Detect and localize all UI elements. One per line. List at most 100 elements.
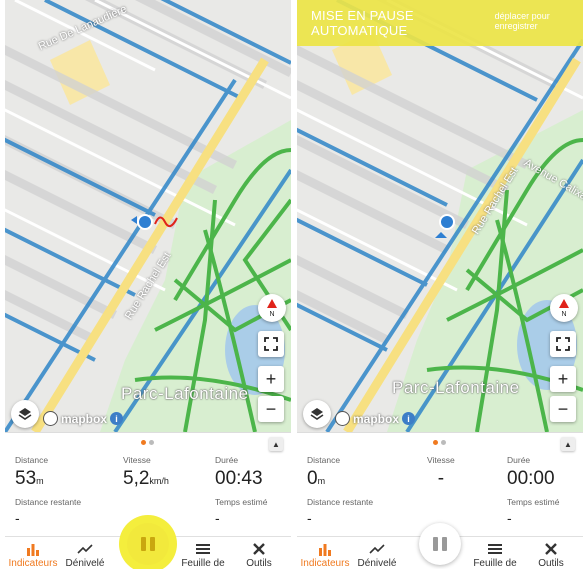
nav-label: Indicateurs: [300, 558, 350, 569]
layers-button[interactable]: [11, 400, 39, 428]
mapbox-text: mapbox: [353, 411, 400, 426]
nav-label: Dénivelé: [65, 558, 105, 569]
stat-label: Distance restante: [15, 497, 82, 507]
mapbox-attribution[interactable]: mapbox i: [43, 411, 124, 426]
elevation-icon: [369, 541, 385, 557]
stat-duration: Durée 00:43: [215, 455, 263, 490]
nav-item-outils[interactable]: Outils: [231, 537, 287, 569]
stat-duration: Durée 00:00: [507, 455, 555, 490]
collapse-panel-button[interactable]: ▲: [269, 437, 283, 451]
list-icon: [196, 541, 210, 557]
park-label: Parc-Lafontaine: [392, 378, 520, 397]
stat-estimated: Temps estimé -: [507, 497, 559, 526]
stat-unit: km/h: [149, 476, 169, 486]
page-dot-active: [433, 440, 438, 445]
fullscreen-icon: [264, 337, 278, 351]
compass-needle-icon: N: [559, 299, 569, 317]
stat-label: Temps estimé: [507, 497, 560, 507]
zoom-in-button[interactable]: +: [258, 366, 284, 392]
stats-panel: ▲ Distance 0m Vitesse - Durée 00:00 Dist…: [297, 432, 583, 537]
nav-item-indicateurs[interactable]: Indicateurs: [297, 537, 353, 569]
mapbox-text: mapbox: [61, 411, 108, 426]
fullscreen-button[interactable]: [550, 331, 576, 357]
phone-screen-right: Rue Rachel Est Avenue Calixa-Lavallée Pa…: [297, 0, 583, 569]
mapbox-attribution[interactable]: mapbox i: [335, 411, 416, 426]
stat-value: 00:00: [507, 468, 555, 489]
svg-text:N: N: [269, 311, 274, 317]
stat-value: -: [507, 510, 512, 526]
stat-value: 0: [307, 468, 318, 489]
pause-button[interactable]: [127, 523, 169, 565]
compass-button[interactable]: N: [258, 294, 286, 322]
stat-speed: Vitesse -: [427, 455, 455, 490]
stat-value: 5,2: [123, 468, 150, 489]
nav-item-denivele[interactable]: Dénivelé: [57, 537, 113, 569]
fullscreen-button[interactable]: [258, 331, 284, 357]
stat-label: Durée: [507, 455, 531, 465]
auto-pause-hint: déplacer pour enregistrer: [494, 11, 550, 31]
nav-item-denivele[interactable]: Dénivelé: [349, 537, 405, 569]
pause-button[interactable]: [419, 523, 461, 565]
compass-needle-icon: N: [267, 299, 277, 317]
nav-label: Outils: [246, 558, 272, 569]
stat-remaining: Distance restante -: [307, 497, 373, 526]
page-indicator: [141, 440, 154, 445]
page-indicator: [433, 440, 446, 445]
nav-label: Indicateurs: [8, 558, 58, 569]
stat-value: -: [307, 510, 312, 526]
nav-item-outils[interactable]: Outils: [523, 537, 579, 569]
page-dot: [149, 440, 154, 445]
layers-icon: [310, 408, 324, 420]
phone-screen-left: Rue De Lanaudière Rue Rachel Est Parc-La…: [5, 0, 291, 569]
stat-value: -: [437, 468, 445, 489]
auto-pause-banner: MISE EN PAUSE AUTOMATIQUE déplacer pour …: [297, 0, 583, 46]
pause-icon: [442, 537, 447, 551]
elevation-icon: [77, 541, 93, 557]
tools-icon: [252, 541, 266, 557]
nav-label: Feuille de: [181, 558, 225, 569]
nav-label: Dénivelé: [357, 558, 397, 569]
map-canvas: [5, 0, 291, 432]
collapse-panel-button[interactable]: ▲: [561, 437, 575, 451]
stat-unit: m: [317, 476, 326, 486]
page-dot-active: [141, 440, 146, 445]
stat-label: Distance restante: [307, 497, 374, 507]
stat-label: Vitesse: [427, 455, 455, 465]
pause-icon: [150, 537, 155, 551]
zoom-in-button[interactable]: +: [550, 366, 576, 392]
park-label: Parc-Lafontaine: [121, 384, 249, 403]
stat-label: Vitesse: [123, 455, 151, 465]
nav-item-feuille[interactable]: Feuille de: [175, 537, 231, 569]
stat-value: -: [215, 510, 220, 526]
bar-chart-icon: [26, 541, 40, 557]
mapbox-logo-icon: [43, 411, 58, 426]
stat-label: Distance: [307, 455, 341, 465]
map-view[interactable]: Rue Rachel Est Avenue Calixa-Lavallée Pa…: [297, 0, 583, 432]
nav-item-indicateurs[interactable]: Indicateurs: [5, 537, 61, 569]
stat-value: 53: [15, 468, 37, 489]
info-icon[interactable]: i: [110, 412, 124, 425]
auto-pause-title: MISE EN PAUSE AUTOMATIQUE: [311, 8, 414, 38]
compass-button[interactable]: N: [550, 294, 578, 322]
stat-label: Temps estimé: [215, 497, 268, 507]
stat-value: 00:43: [215, 468, 263, 489]
mapbox-logo-icon: [335, 411, 350, 426]
pause-icon: [141, 537, 146, 551]
layers-icon: [18, 408, 32, 420]
zoom-out-button[interactable]: −: [550, 396, 576, 422]
fullscreen-icon: [556, 337, 570, 351]
zoom-out-button[interactable]: −: [258, 396, 284, 422]
nav-label: Outils: [538, 558, 564, 569]
stat-estimated: Temps estimé -: [215, 497, 267, 526]
map-canvas: [297, 0, 583, 432]
map-view[interactable]: Rue De Lanaudière Rue Rachel Est Parc-La…: [5, 0, 291, 432]
info-icon[interactable]: i: [402, 412, 416, 425]
svg-text:N: N: [561, 311, 566, 317]
stat-value: -: [15, 510, 20, 526]
page-dot: [441, 440, 446, 445]
stat-label: Distance: [15, 455, 49, 465]
layers-button[interactable]: [303, 400, 331, 428]
stat-distance: Distance 0m: [307, 455, 340, 490]
nav-item-feuille[interactable]: Feuille de: [467, 537, 523, 569]
tools-icon: [544, 541, 558, 557]
